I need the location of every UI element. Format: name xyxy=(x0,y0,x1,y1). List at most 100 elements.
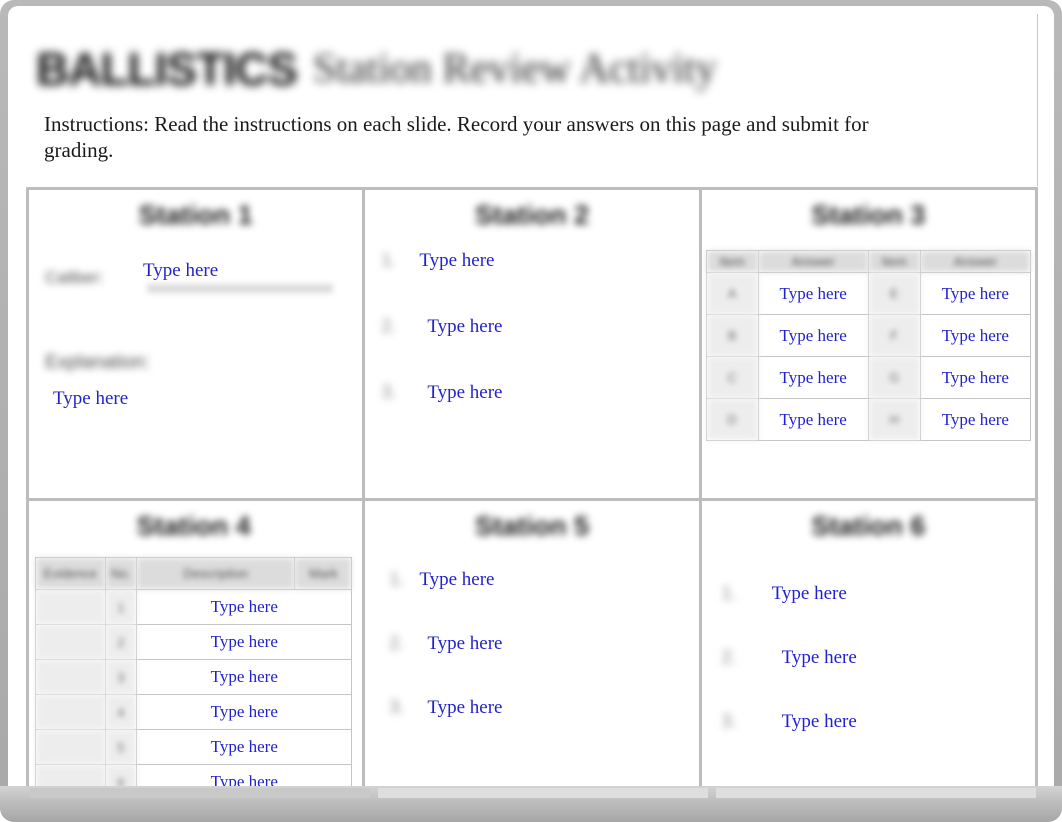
document-header: BALLISTICS Station Review Activity Instr… xyxy=(26,14,1038,186)
station-6-item-1-answer[interactable]: Type here xyxy=(772,583,847,605)
station-4-col-4: Mark xyxy=(294,557,353,590)
answer-text: Type here xyxy=(210,597,278,616)
station-3-row-4-label-b: H xyxy=(867,398,921,441)
station-3-row-3-label-a: C xyxy=(705,356,759,399)
table-header-row: Evidence No. Description Mark xyxy=(35,557,353,590)
station-3-row-1-label-b: E xyxy=(867,272,921,315)
station-5-item-2-answer[interactable]: Type here xyxy=(427,633,502,655)
station-1-field-1-answer[interactable]: Type here xyxy=(143,260,218,282)
station-2-item-3-answer[interactable]: Type here xyxy=(427,382,502,404)
station-2-cell: Station 2 1. Type here 2. Type here 3. T… xyxy=(365,190,699,498)
answer-text: Type here xyxy=(779,325,847,345)
station-3-col-4: Answer xyxy=(919,250,1032,273)
station-1-field-2-answer[interactable]: Type here xyxy=(53,388,128,410)
station-4-cell: Station 4 Evidence No. Description Mark xyxy=(29,501,363,809)
answer-text: Type here xyxy=(210,702,278,721)
station-3-row-1-label-a: A xyxy=(705,272,759,315)
station-3-col-2: Answer xyxy=(757,250,869,273)
answer-text: Type here xyxy=(779,367,847,387)
bottom-bar-segment-mid xyxy=(378,788,708,798)
station-4-row-4-c2: 4 xyxy=(104,694,138,730)
station-4-row-5-answer[interactable]: Type here xyxy=(136,729,353,765)
station-4-col-3: Description xyxy=(136,557,296,590)
station-5-item-1-answer[interactable]: Type here xyxy=(419,569,494,591)
station-2-item-1-number: 1. xyxy=(381,250,397,270)
document-window: BALLISTICS Station Review Activity Instr… xyxy=(0,0,1062,822)
station-4-col-2: No. xyxy=(104,557,138,590)
station-4-row-1-answer[interactable]: Type here xyxy=(136,589,353,625)
station-1-field-2-label: Explanation: xyxy=(45,352,150,373)
station-3-row-4-answer-a[interactable]: Type here xyxy=(757,398,869,441)
table-row: 4 Type here xyxy=(35,694,353,730)
station-5-title: Station 5 xyxy=(474,511,589,541)
station-4-row-5-c2: 5 xyxy=(104,729,138,765)
station-3-title: Station 3 xyxy=(811,200,926,230)
station-6-item-2-number: 2. xyxy=(721,647,737,667)
station-5-item-1-number: 1. xyxy=(389,569,405,589)
station-6-cell: Station 6 1. Type here 2. Type here 3. T… xyxy=(701,501,1035,809)
station-5-item-3-number: 3. xyxy=(389,697,405,717)
document-page: BALLISTICS Station Review Activity Instr… xyxy=(8,6,1054,812)
station-2-item-1-answer[interactable]: Type here xyxy=(419,250,494,272)
table-row: B Type here F Type here xyxy=(705,314,1032,357)
bottom-bar-segment-left xyxy=(30,788,370,798)
list-item: 2. Type here xyxy=(373,633,690,655)
list-item: 1. Type here xyxy=(373,250,690,272)
station-3-row-3-label-b: G xyxy=(867,356,921,399)
station-2-item-2-answer[interactable]: Type here xyxy=(427,316,502,338)
station-4-row-2-c2: 2 xyxy=(104,624,138,660)
stations-grid: Station 1 Caliber: Type here Explanation… xyxy=(26,187,1038,809)
list-item: 3. Type here xyxy=(710,711,1027,733)
station-3-row-4-answer-b[interactable]: Type here xyxy=(919,398,1032,441)
station-4-title: Station 4 xyxy=(136,511,251,541)
station-3-row-3-answer-b[interactable]: Type here xyxy=(919,356,1032,399)
station-2-list: 1. Type here 2. Type here 3. Type here xyxy=(373,250,690,404)
station-2-title: Station 2 xyxy=(474,200,589,230)
station-4-table: Evidence No. Description Mark 1 Type her… xyxy=(35,557,353,800)
station-3-row-1-answer-b[interactable]: Type here xyxy=(919,272,1032,315)
title-main-word: BALLISTICS xyxy=(36,43,298,95)
station-3-row-2-answer-b[interactable]: Type here xyxy=(919,314,1032,357)
list-item: 3. Type here xyxy=(373,382,690,404)
station-4-row-3-answer[interactable]: Type here xyxy=(136,659,353,695)
station-3-row-3-answer-a[interactable]: Type here xyxy=(757,356,869,399)
station-3-row-2-label-a: B xyxy=(705,314,759,357)
station-4-row-5-c1 xyxy=(35,729,106,765)
station-4-row-1-c1 xyxy=(35,589,106,625)
station-6-item-2-answer[interactable]: Type here xyxy=(782,647,857,669)
station-3-row-1-answer-a[interactable]: Type here xyxy=(757,272,869,315)
answer-text: Type here xyxy=(941,367,1009,387)
station-4-col-1: Evidence xyxy=(35,557,106,590)
answer-text: Type here xyxy=(779,283,847,303)
station-3-col-1: Item xyxy=(705,250,759,273)
table-row: 5 Type here xyxy=(35,729,353,765)
list-item: 2. Type here xyxy=(373,316,690,338)
station-3-row-2-answer-a[interactable]: Type here xyxy=(757,314,869,357)
station-3-table: Item Answer Item Answer A Type here E Ty… xyxy=(705,250,1032,441)
station-6-item-1-number: 1. xyxy=(721,583,737,603)
station-4-row-3-c2: 3 xyxy=(104,659,138,695)
station-5-list: 1. Type here 2. Type here 3. Type here xyxy=(373,569,690,719)
page-title: BALLISTICS Station Review Activity xyxy=(36,20,717,92)
station-3-row-4-label-a: D xyxy=(705,398,759,441)
station-2-item-3-number: 3. xyxy=(381,382,397,402)
bottom-bar-segment-right xyxy=(716,788,1036,798)
list-item: 3. Type here xyxy=(373,697,690,719)
station-4-row-4-answer[interactable]: Type here xyxy=(136,694,353,730)
window-bottom-bar xyxy=(0,786,1062,822)
station-4-row-2-answer[interactable]: Type here xyxy=(136,624,353,660)
station-5-item-3-answer[interactable]: Type here xyxy=(427,697,502,719)
station-1-cell: Station 1 Caliber: Type here Explanation… xyxy=(29,190,363,498)
station-6-item-3-answer[interactable]: Type here xyxy=(782,711,857,733)
answer-text: Type here xyxy=(210,667,278,686)
station-1-field-1-rule xyxy=(147,284,333,293)
table-row: 1 Type here xyxy=(35,589,353,625)
station-4-row-1-c2: 1 xyxy=(104,589,138,625)
table-row: 2 Type here xyxy=(35,624,353,660)
station-6-list: 1. Type here 2. Type here 3. Type here xyxy=(710,583,1027,733)
station-6-title: Station 6 xyxy=(811,511,926,541)
station-4-row-3-c1 xyxy=(35,659,106,695)
table-row: A Type here E Type here xyxy=(705,272,1032,315)
instructions-text: Instructions: Read the instructions on e… xyxy=(44,112,869,162)
station-3-col-3: Item xyxy=(867,250,921,273)
